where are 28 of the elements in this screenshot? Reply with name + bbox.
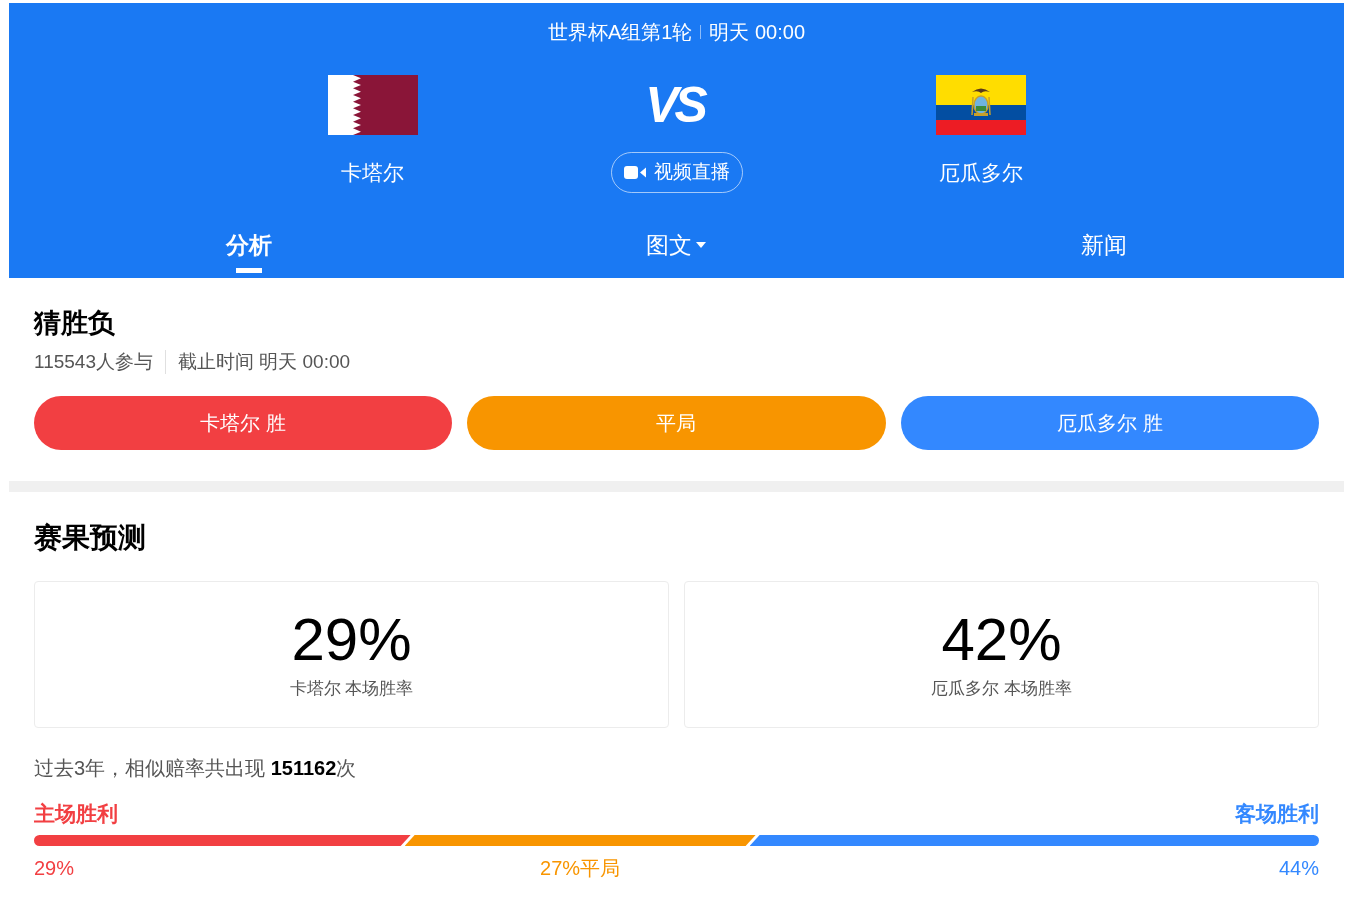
video-camera-icon xyxy=(623,166,646,179)
flag-icon xyxy=(327,75,418,135)
flag-icon xyxy=(935,75,1026,135)
team-name: 卡塔尔 xyxy=(341,160,404,186)
vote-button[interactable]: 厄瓜多尔 胜 xyxy=(900,396,1319,450)
win-rate-label: 卡塔尔 本场胜率 xyxy=(289,678,414,700)
win-rate-label: 厄瓜多尔 本场胜率 xyxy=(931,678,1072,700)
win-rate-value: 29% xyxy=(291,610,412,670)
home-win-label: 主场胜利 xyxy=(34,801,118,827)
team-name: 厄瓜多尔 xyxy=(938,160,1023,186)
away-win-label: 客场胜利 xyxy=(1235,801,1319,827)
tab[interactable]: 新闻 xyxy=(1081,230,1128,273)
ratio-reading: 27%平局 xyxy=(540,857,621,879)
win-rate-value: 42% xyxy=(941,610,1062,670)
vs-logo: VS xyxy=(645,80,706,130)
history-text: 过去3年，相似赔率共出现 151162次 xyxy=(34,756,358,781)
kickoff-time: 明天 00:00 xyxy=(709,20,806,45)
tab[interactable]: 图文 xyxy=(646,230,707,273)
vote-button[interactable]: 卡塔尔 胜 xyxy=(34,396,453,450)
ratio-reading: 44% xyxy=(1278,857,1319,879)
participant-count: 115543人参与 xyxy=(34,350,153,374)
caret-icon xyxy=(696,242,707,248)
deadline-text: 截止时间 明天 00:00 xyxy=(178,350,351,374)
vote-button[interactable]: 平局 xyxy=(467,396,886,450)
section-title: 猜胜负 xyxy=(34,307,116,340)
match-info: 世界杯A组第1轮 xyxy=(547,20,693,45)
section-title: 赛果预测 xyxy=(34,521,147,555)
ratio-reading: 29% xyxy=(34,857,75,879)
